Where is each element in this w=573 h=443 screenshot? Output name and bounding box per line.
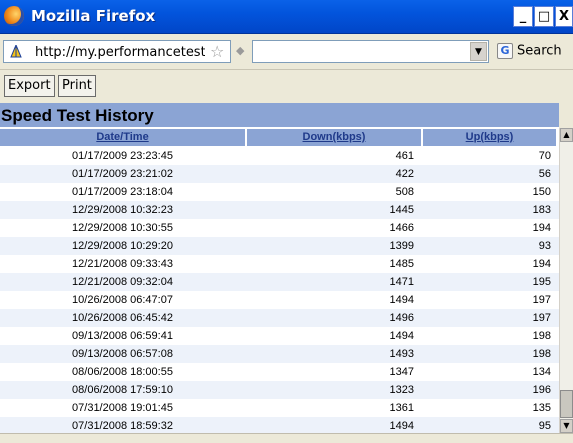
print-button[interactable]: Print: [58, 75, 96, 97]
cell-datetime: 12/29/2008 10:32:23: [72, 204, 173, 216]
cell-datetime: 12/29/2008 10:30:55: [72, 222, 173, 234]
table-row: 08/06/2008 17:59:10 1323 196: [0, 381, 559, 399]
cell-down: 461: [395, 150, 414, 162]
cell-up: 135: [532, 402, 551, 414]
cell-down: 508: [395, 186, 414, 198]
window-title-bar: Mozilla Firefox _ □ X: [0, 0, 573, 34]
search-label: Search: [517, 43, 562, 59]
cell-down: 1494: [389, 294, 414, 306]
cell-down: 1485: [389, 258, 414, 270]
table-row: 12/21/2008 09:32:04 1471 195: [0, 273, 559, 291]
table-row: 09/13/2008 06:57:08 1493 198: [0, 345, 559, 363]
cell-up: 198: [532, 348, 551, 360]
table-row: 10/26/2008 06:45:42 1496 197: [0, 309, 559, 327]
cell-down: 1493: [389, 348, 414, 360]
cell-datetime: 08/06/2008 17:59:10: [72, 384, 173, 396]
cell-up: 197: [532, 294, 551, 306]
firefox-logo-icon: [4, 6, 24, 26]
page-title: Speed Test History: [0, 103, 559, 127]
cell-up: 194: [532, 222, 551, 234]
bookmark-star-icon[interactable]: ☆: [210, 42, 224, 61]
column-header-datetime[interactable]: Date/Time: [0, 129, 245, 146]
scroll-down-icon[interactable]: ▼: [560, 419, 573, 433]
cell-datetime: 01/17/2009 23:21:02: [72, 168, 173, 180]
cell-down: 1323: [389, 384, 414, 396]
table-row: 07/31/2008 19:01:45 1361 135: [0, 399, 559, 417]
table-row: 12/29/2008 10:29:20 1399 93: [0, 237, 559, 255]
close-button[interactable]: X: [555, 6, 573, 27]
speed-test-table: 01/17/2009 23:23:45 461 70 01/17/2009 23:21…: [0, 147, 559, 433]
table-row: 09/13/2008 06:59:41 1494 198: [0, 327, 559, 345]
cell-datetime: 08/06/2008 18:00:55: [72, 366, 173, 378]
table-row: 01/17/2009 23:18:04 508 150: [0, 183, 559, 201]
url-text[interactable]: http://my.performancetest: [35, 45, 205, 60]
cell-up: 198: [532, 330, 551, 342]
page-toolbar: Export Print: [0, 71, 573, 101]
scrollbar-thumb[interactable]: [560, 390, 573, 418]
cell-down: 1494: [389, 330, 414, 342]
status-bar: [0, 433, 573, 443]
site-favicon-icon: [10, 45, 22, 58]
window-title: Mozilla Firefox: [31, 7, 156, 25]
cell-up: 70: [538, 150, 551, 162]
navigation-toolbar: http://my.performancetest ☆ ◆ ▼ G Search: [0, 34, 573, 70]
table-row: 07/31/2008 18:59:32 1494 95: [0, 417, 559, 433]
cell-down: 1496: [389, 312, 414, 324]
table-header: Date/Time Down(kbps) Up(kbps): [0, 129, 559, 146]
cell-up: 196: [532, 384, 551, 396]
cell-up: 134: [532, 366, 551, 378]
url-bar[interactable]: http://my.performancetest ☆: [3, 40, 231, 63]
cell-up: 194: [532, 258, 551, 270]
table-row: 08/06/2008 18:00:55 1347 134: [0, 363, 559, 381]
search-button[interactable]: G Search: [497, 43, 562, 61]
cell-up: 195: [532, 276, 551, 288]
dropdown-arrow-icon[interactable]: ▼: [470, 42, 487, 61]
column-header-up[interactable]: Up(kbps): [423, 129, 556, 146]
cell-datetime: 07/31/2008 18:59:32: [72, 420, 173, 432]
cell-down: 1399: [389, 240, 414, 252]
table-row: 01/17/2009 23:21:02 422 56: [0, 165, 559, 183]
cell-up: 197: [532, 312, 551, 324]
cell-datetime: 01/17/2009 23:23:45: [72, 150, 173, 162]
table-row: 12/21/2008 09:33:43 1485 194: [0, 255, 559, 273]
table-row: 01/17/2009 23:23:45 461 70: [0, 147, 559, 165]
cell-datetime: 12/21/2008 09:33:43: [72, 258, 173, 270]
cell-down: 1466: [389, 222, 414, 234]
cell-up: 150: [532, 186, 551, 198]
minimize-button[interactable]: _: [513, 6, 533, 27]
cell-datetime: 09/13/2008 06:57:08: [72, 348, 173, 360]
cell-up: 56: [538, 168, 551, 180]
cell-datetime: 10/26/2008 06:45:42: [72, 312, 173, 324]
cell-up: 93: [538, 240, 551, 252]
cell-down: 1494: [389, 420, 414, 432]
vertical-scrollbar[interactable]: ▲ ▼: [559, 128, 573, 433]
table-row: 12/29/2008 10:30:55 1466 194: [0, 219, 559, 237]
cell-up: 183: [532, 204, 551, 216]
search-engine-input[interactable]: ▼: [252, 40, 489, 63]
cell-datetime: 01/17/2009 23:18:04: [72, 186, 173, 198]
cell-down: 1347: [389, 366, 414, 378]
scroll-up-icon[interactable]: ▲: [560, 128, 573, 142]
page-content: Speed Test History Date/Time Down(kbps) …: [0, 103, 559, 433]
cell-datetime: 10/26/2008 06:47:07: [72, 294, 173, 306]
cell-datetime: 12/29/2008 10:29:20: [72, 240, 173, 252]
maximize-button[interactable]: □: [534, 6, 554, 27]
table-row: 12/29/2008 10:32:23 1445 183: [0, 201, 559, 219]
table-row: 10/26/2008 06:47:07 1494 197: [0, 291, 559, 309]
cell-datetime: 07/31/2008 19:01:45: [72, 402, 173, 414]
export-button[interactable]: Export: [4, 75, 55, 97]
column-header-down[interactable]: Down(kbps): [247, 129, 421, 146]
google-icon: G: [497, 43, 513, 59]
cell-up: 95: [538, 420, 551, 432]
toolbar-grip-icon[interactable]: ◆: [236, 44, 244, 57]
cell-datetime: 09/13/2008 06:59:41: [72, 330, 173, 342]
cell-datetime: 12/21/2008 09:32:04: [72, 276, 173, 288]
cell-down: 1361: [389, 402, 414, 414]
cell-down: 1445: [389, 204, 414, 216]
cell-down: 1471: [389, 276, 414, 288]
cell-down: 422: [395, 168, 414, 180]
